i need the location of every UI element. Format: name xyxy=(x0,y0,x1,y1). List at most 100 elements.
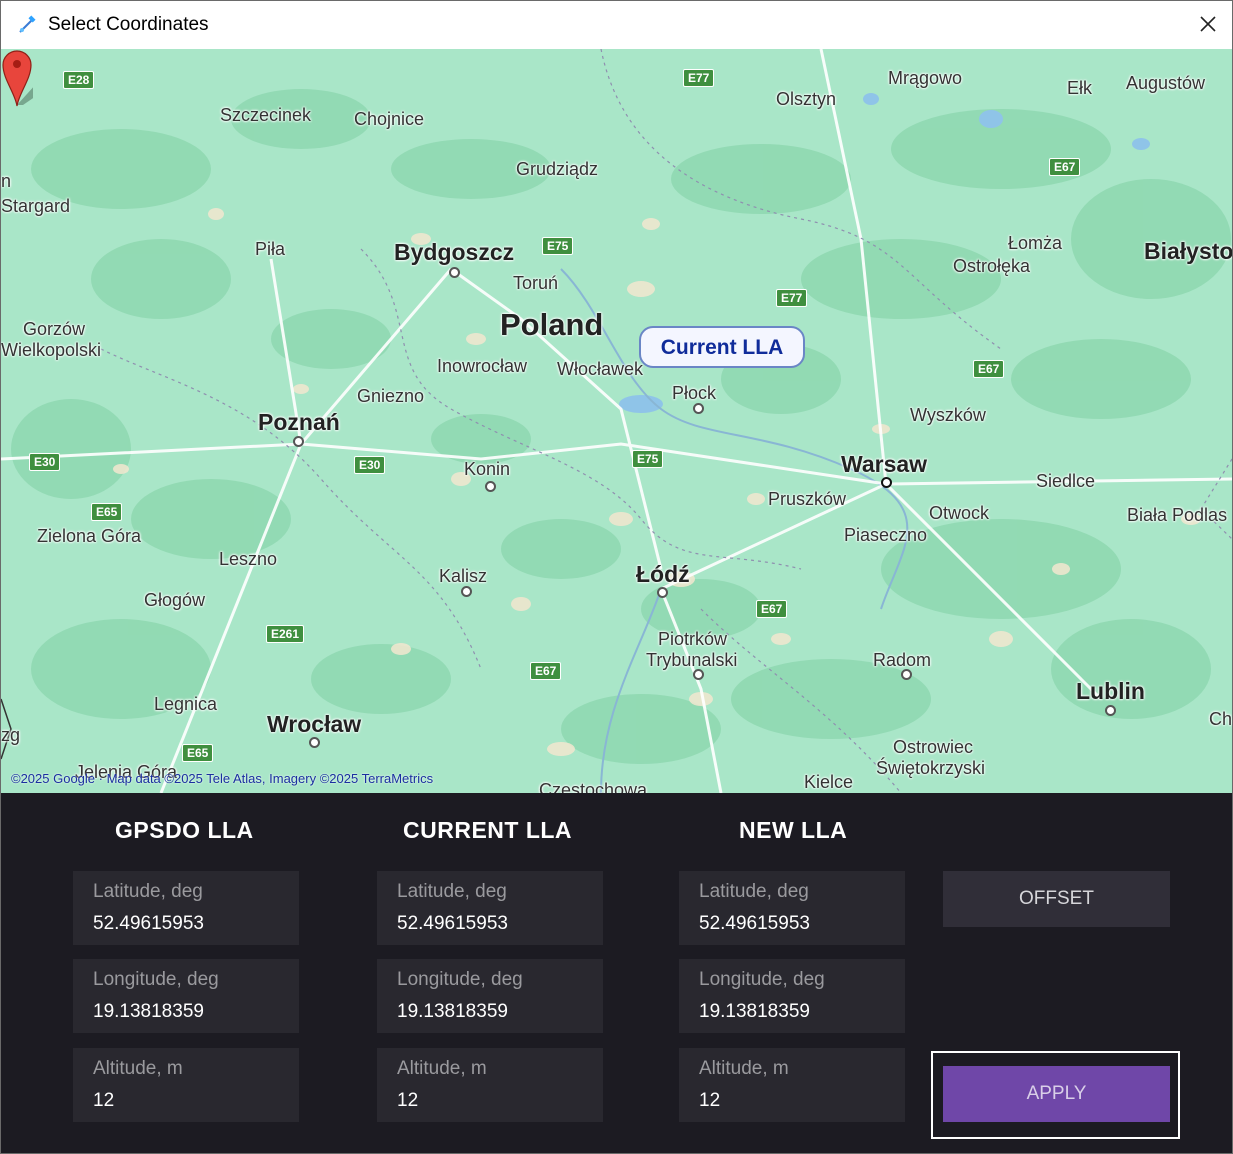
capital-marker xyxy=(881,477,892,488)
city-label: Stargard xyxy=(1,196,71,216)
city-label: Głogów xyxy=(144,590,206,610)
city-label: Zielona Góra xyxy=(37,526,142,546)
road-sign-e77: E77 xyxy=(776,289,808,307)
current-altitude-field[interactable]: Altitude, m xyxy=(377,1048,603,1122)
latitude-label: Latitude, deg xyxy=(93,881,203,902)
city-label: Ostrołęka xyxy=(953,256,1031,276)
city-label: Toruń xyxy=(513,273,559,293)
latitude-label: Latitude, deg xyxy=(699,881,809,902)
road-sign-e67: E67 xyxy=(756,600,788,618)
city-label: Łomża xyxy=(1008,233,1063,253)
city-label: Płock xyxy=(672,383,717,403)
callout-label: Current LLA xyxy=(660,336,784,359)
gpsdo-latitude-field[interactable]: Latitude, deg xyxy=(73,871,299,945)
longitude-label: Longitude, deg xyxy=(699,969,825,990)
city-label: Kielce xyxy=(804,772,854,792)
city-label: Wrocław xyxy=(267,711,362,737)
new-longitude-input[interactable] xyxy=(699,1001,889,1023)
city-label: n xyxy=(1,171,12,191)
gpsdo-longitude-field[interactable]: Longitude, deg xyxy=(73,959,299,1033)
city-label: Legnica xyxy=(154,694,218,714)
city-label: Szczecinek xyxy=(220,105,312,125)
gpsdo-lla-title: GPSDO LLA xyxy=(115,817,254,843)
close-icon xyxy=(1200,16,1216,32)
city-label: Białysto xyxy=(1144,238,1232,264)
window-title: Select Coordinates xyxy=(48,14,209,35)
close-button[interactable] xyxy=(1184,1,1232,49)
city-label: Inowrocław xyxy=(437,356,528,376)
apply-button[interactable]: APPLY xyxy=(943,1066,1170,1122)
road-sign-e75: E75 xyxy=(542,237,574,255)
city-label: Świętokrzyski xyxy=(876,758,986,778)
city-label: Ostrowiec xyxy=(893,737,974,757)
coordinates-panel: GPSDO LLA CURRENT LLA NEW LLA Latitude, … xyxy=(1,793,1232,1153)
map-pin-icon[interactable] xyxy=(1,49,33,107)
city-label: Radom xyxy=(873,650,932,670)
new-latitude-input[interactable] xyxy=(699,913,889,935)
city-marker xyxy=(309,737,320,748)
city-label: Leszno xyxy=(219,549,278,569)
new-latitude-field[interactable]: Latitude, deg xyxy=(679,871,905,945)
city-label: Lublin xyxy=(1076,678,1145,704)
map-view[interactable]: E28 E77 E67 E75 E77 E67 E30 E30 E75 E65 … xyxy=(1,49,1232,793)
map-terrain xyxy=(1,49,1232,793)
city-label: Kalisz xyxy=(439,566,488,586)
road-sign-e67: E67 xyxy=(1049,158,1081,176)
city-label: Augustów xyxy=(1126,73,1206,93)
road-sign-e65: E65 xyxy=(182,744,214,762)
latitude-label: Latitude, deg xyxy=(397,881,507,902)
altitude-label: Altitude, m xyxy=(93,1058,183,1079)
city-label: Biała Podlas xyxy=(1127,505,1228,525)
city-label: Gniezno xyxy=(357,386,425,406)
gpsdo-altitude-field[interactable]: Altitude, m xyxy=(73,1048,299,1122)
city-label: Poznań xyxy=(258,409,340,435)
city-label: Częstochowa xyxy=(539,780,648,793)
city-label: zg xyxy=(1,725,21,745)
offset-button[interactable]: OFFSET xyxy=(943,871,1170,927)
road-sign-e30: E30 xyxy=(354,456,386,474)
road-sign-e261: E261 xyxy=(266,625,305,643)
satellite-icon xyxy=(19,15,36,33)
city-label: Warsaw xyxy=(841,451,928,477)
city-label: Piotrków xyxy=(658,629,728,649)
city-marker xyxy=(485,481,496,492)
city-label: Otwock xyxy=(929,503,990,523)
city-label: Trybunalski xyxy=(646,650,738,670)
altitude-label: Altitude, m xyxy=(397,1058,487,1079)
road-sign-e77: E77 xyxy=(683,69,715,87)
road-sign-e67: E67 xyxy=(973,360,1005,378)
gpsdo-altitude-input[interactable] xyxy=(93,1090,283,1112)
city-marker xyxy=(693,403,704,414)
map-attribution[interactable]: ©2025 Google · Map data ©2025 Tele Atlas… xyxy=(11,771,433,786)
current-latitude-input[interactable] xyxy=(397,913,587,935)
new-altitude-field[interactable]: Altitude, m xyxy=(679,1048,905,1122)
current-altitude-input[interactable] xyxy=(397,1090,587,1112)
longitude-label: Longitude, deg xyxy=(397,969,523,990)
longitude-label: Longitude, deg xyxy=(93,969,219,990)
city-marker xyxy=(693,669,704,680)
gpsdo-latitude-input[interactable] xyxy=(93,913,283,935)
city-marker xyxy=(657,587,668,598)
city-marker xyxy=(901,669,912,680)
current-longitude-input[interactable] xyxy=(397,1001,587,1023)
city-label: Chojnice xyxy=(354,109,425,129)
altitude-label: Altitude, m xyxy=(699,1058,789,1079)
city-label: Piła xyxy=(255,239,286,259)
current-lla-title: CURRENT LLA xyxy=(403,817,573,843)
city-label: Wielkopolski xyxy=(1,340,102,360)
gpsdo-longitude-input[interactable] xyxy=(93,1001,283,1023)
city-label: Gorzów xyxy=(23,319,86,339)
city-label: Włocławek xyxy=(557,359,644,379)
city-label: Ełk xyxy=(1067,78,1093,98)
city-label: Pruszków xyxy=(768,489,847,509)
new-longitude-field[interactable]: Longitude, deg xyxy=(679,959,905,1033)
city-marker xyxy=(293,436,304,447)
new-altitude-input[interactable] xyxy=(699,1090,889,1112)
select-coordinates-dialog: Select Coordinates E28 E77 E67 E75 E77 E… xyxy=(0,0,1233,1154)
city-label: Olsztyn xyxy=(776,89,837,109)
city-marker xyxy=(1105,705,1116,716)
new-lla-title: NEW LLA xyxy=(739,817,848,843)
current-longitude-field[interactable]: Longitude, deg xyxy=(377,959,603,1033)
current-latitude-field[interactable]: Latitude, deg xyxy=(377,871,603,945)
city-label: Ch xyxy=(1209,709,1232,729)
